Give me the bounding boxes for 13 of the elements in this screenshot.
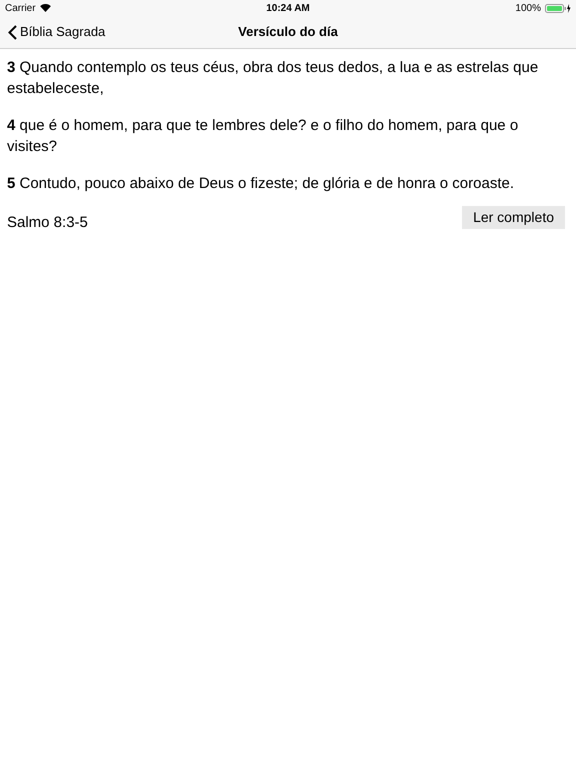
screen-title: Versículo do día bbox=[238, 23, 338, 42]
time-label: 10:24 AM bbox=[266, 2, 310, 16]
verse-text: 4 que é o homem, para que te lembres dele? e o filho do homem, para que o visites? bbox=[7, 116, 520, 157]
battery-charging-icon bbox=[544, 4, 571, 12]
carrier-label: Carrier bbox=[5, 2, 36, 16]
wifi-icon bbox=[40, 4, 51, 12]
verse-text: 3 Quando contemplo os teus céus, obra dos teus dedos, a lua e as estrelas que estabeleceste, bbox=[7, 58, 540, 99]
chevron-left-icon bbox=[8, 24, 17, 40]
read-full-button[interactable]: Ler completo bbox=[462, 206, 565, 229]
back-button[interactable]: Bíblia Sagrada bbox=[8, 22, 106, 42]
verse-text: 5 Contudo, pouco abaixo de Deus o fizeste; de glória e de honra o coroaste. bbox=[7, 174, 516, 194]
battery-percent: 100% bbox=[515, 2, 541, 16]
verse-reference: Salmo 8:3-5 bbox=[7, 213, 88, 233]
